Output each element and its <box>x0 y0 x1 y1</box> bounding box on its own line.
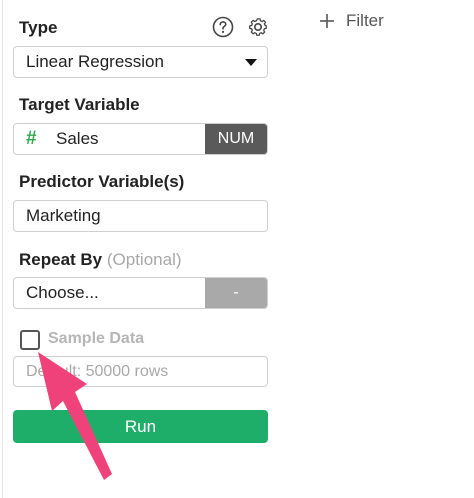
filter-label: Filter <box>346 11 384 30</box>
sample-data-label[interactable]: Sample Data <box>48 330 144 348</box>
type-select[interactable]: Linear Regression <box>13 46 268 78</box>
config-panel: Type Linear Regression Target Variable #… <box>0 0 283 498</box>
help-icon[interactable] <box>212 16 234 38</box>
repeat-by-label: Repeat By <box>19 250 103 269</box>
type-select-value: Linear Regression <box>26 52 164 71</box>
predictor-variables-field[interactable]: Marketing <box>13 200 268 232</box>
target-variable-value: Sales <box>56 129 99 148</box>
clear-repeat-button[interactable]: - <box>205 278 267 308</box>
target-variable-title: Target Variable <box>19 95 140 114</box>
repeat-by-value: Choose... <box>26 283 99 302</box>
numeric-type-icon: # <box>26 128 37 149</box>
panel-left-border <box>2 0 3 498</box>
sample-size-input[interactable] <box>13 356 268 387</box>
analytics-config-screen: Type Linear Regression Target Variable #… <box>0 0 474 498</box>
type-title: Type <box>19 18 58 37</box>
num-type-badge[interactable]: NUM <box>205 124 267 154</box>
optional-label: (Optional) <box>106 250 182 269</box>
predictor-variable-value: Marketing <box>26 206 101 225</box>
repeat-by-title: Repeat By (Optional) <box>19 250 182 270</box>
gear-icon[interactable] <box>247 16 269 38</box>
target-variable-field[interactable]: # Sales NUM <box>13 123 268 155</box>
repeat-by-select[interactable]: Choose... - <box>13 277 268 309</box>
predictor-variables-title: Predictor Variable(s) <box>19 172 185 191</box>
sample-data-checkbox[interactable] <box>20 330 40 350</box>
run-button[interactable]: Run <box>13 410 268 443</box>
plus-icon <box>318 9 336 33</box>
chevron-down-icon <box>245 59 257 66</box>
